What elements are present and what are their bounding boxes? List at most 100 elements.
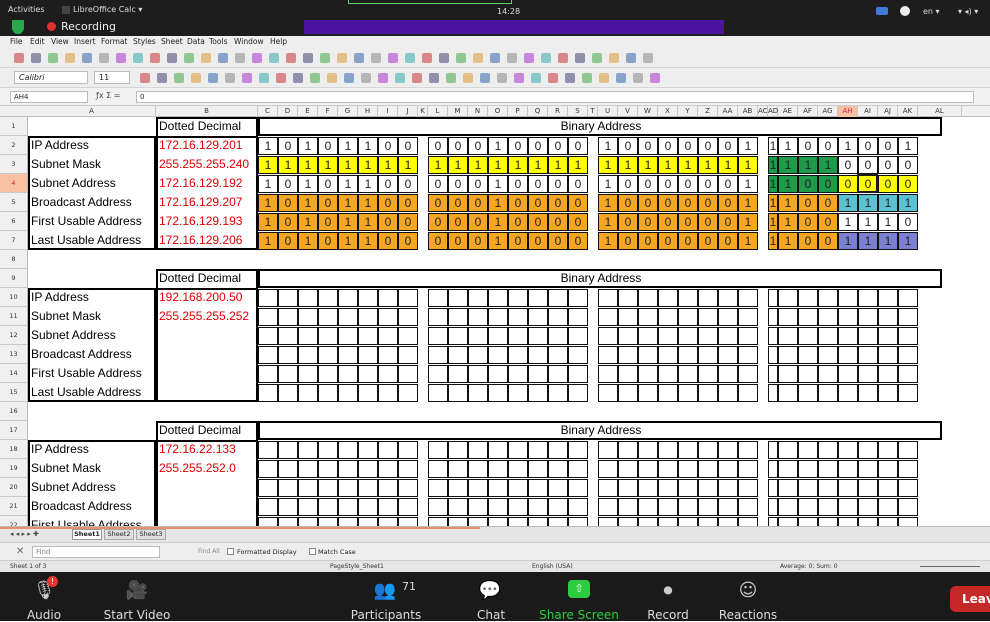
bit-cell[interactable] — [768, 441, 778, 459]
bit-cell[interactable] — [568, 479, 588, 497]
bit-cell[interactable] — [428, 479, 448, 497]
row-header[interactable]: 22 — [0, 516, 28, 526]
bit-cell[interactable] — [678, 308, 698, 326]
bit-cell[interactable]: 0 — [678, 213, 698, 231]
bit-cell[interactable]: 0 — [818, 232, 838, 250]
bit-cell[interactable] — [488, 308, 508, 326]
row-label[interactable]: Broadcast Address — [29, 194, 155, 211]
menu-insert[interactable]: Insert — [74, 37, 96, 46]
row-header[interactable]: 9 — [0, 269, 28, 288]
menu-file[interactable]: File — [10, 37, 23, 46]
bit-cell[interactable] — [448, 479, 468, 497]
audio-button[interactable]: Audio — [27, 608, 61, 622]
menu-help[interactable]: Help — [270, 37, 287, 46]
bit-cell[interactable] — [658, 308, 678, 326]
row-label[interactable]: Subnet Mask — [29, 460, 155, 477]
bit-cell[interactable]: 1 — [678, 156, 698, 174]
bit-cell[interactable]: 1 — [298, 232, 318, 250]
bit-cell[interactable]: 1 — [398, 156, 418, 174]
bit-cell[interactable] — [338, 289, 358, 307]
bit-cell[interactable] — [798, 346, 818, 364]
toolbar-button-icon[interactable] — [344, 73, 354, 83]
bit-cell[interactable] — [768, 479, 778, 497]
bit-cell[interactable]: 0 — [718, 137, 738, 155]
bit-cell[interactable] — [378, 365, 398, 383]
bit-cell[interactable] — [488, 289, 508, 307]
menu-view[interactable]: View — [51, 37, 69, 46]
bit-cell[interactable] — [678, 498, 698, 516]
font-name-box[interactable]: Calibri — [14, 71, 88, 84]
bit-cell[interactable] — [548, 479, 568, 497]
bit-cell[interactable]: 1 — [278, 156, 298, 174]
bit-cell[interactable] — [298, 365, 318, 383]
bit-cell[interactable]: 0 — [378, 213, 398, 231]
reactions-button[interactable]: Reactions — [719, 608, 777, 622]
bit-cell[interactable] — [678, 327, 698, 345]
bit-cell[interactable] — [358, 365, 378, 383]
bit-cell[interactable] — [718, 479, 738, 497]
bit-cell[interactable]: 0 — [818, 137, 838, 155]
bit-cell[interactable] — [778, 327, 798, 345]
bit-cell[interactable]: 1 — [358, 175, 378, 193]
bit-cell[interactable]: 1 — [738, 194, 758, 212]
bit-cell[interactable] — [718, 517, 738, 526]
bit-cell[interactable]: 1 — [258, 213, 278, 231]
toolbar-button-icon[interactable] — [405, 53, 415, 63]
bit-cell[interactable]: 0 — [448, 137, 468, 155]
bit-cell[interactable]: 1 — [878, 194, 898, 212]
toolbar-button-icon[interactable] — [235, 53, 245, 63]
bit-cell[interactable] — [818, 384, 838, 402]
bit-cell[interactable]: 0 — [528, 137, 548, 155]
match-case-checkbox[interactable] — [309, 548, 316, 555]
bit-cell[interactable] — [488, 441, 508, 459]
bit-cell[interactable] — [258, 441, 278, 459]
bit-cell[interactable]: 0 — [508, 194, 528, 212]
bit-cell[interactable]: 1 — [598, 175, 618, 193]
find-input[interactable]: Find — [32, 546, 160, 558]
bit-cell[interactable] — [318, 460, 338, 478]
toolbar-button-icon[interactable] — [514, 73, 524, 83]
bit-cell[interactable] — [548, 460, 568, 478]
bit-cell[interactable] — [378, 289, 398, 307]
bit-cell[interactable] — [858, 346, 878, 364]
spreadsheet-grid[interactable]: A B C D E F G H I J K L M N O P Q R S T U V W X Y Z AA AB AC AD AE AF AG… — [0, 106, 990, 526]
bit-cell[interactable] — [358, 384, 378, 402]
menu-format[interactable]: Format — [101, 37, 127, 46]
bit-cell[interactable] — [278, 460, 298, 478]
bit-cell[interactable] — [548, 308, 568, 326]
bit-cell[interactable] — [618, 346, 638, 364]
bit-cell[interactable] — [618, 327, 638, 345]
bit-cell[interactable] — [698, 346, 718, 364]
bit-cell[interactable] — [428, 498, 448, 516]
dotted-decimal-value[interactable]: 172.16.129.207 — [157, 194, 257, 211]
toolbar-button-icon[interactable] — [150, 53, 160, 63]
column-header[interactable]: AH — [838, 106, 858, 117]
bit-cell[interactable] — [798, 460, 818, 478]
bit-cell[interactable] — [548, 346, 568, 364]
bit-cell[interactable]: 0 — [548, 137, 568, 155]
column-header[interactable]: AB — [738, 106, 758, 117]
column-header[interactable]: C — [258, 106, 278, 117]
bit-cell[interactable] — [448, 517, 468, 526]
toolbar-button-icon[interactable] — [633, 73, 643, 83]
bit-cell[interactable] — [568, 460, 588, 478]
bit-cell[interactable] — [428, 517, 448, 526]
bit-cell[interactable] — [678, 289, 698, 307]
bit-cell[interactable] — [838, 498, 858, 516]
bit-cell[interactable] — [798, 441, 818, 459]
bit-cell[interactable] — [658, 498, 678, 516]
toolbar-button-icon[interactable] — [582, 73, 592, 83]
bit-cell[interactable] — [618, 289, 638, 307]
bit-cell[interactable] — [278, 384, 298, 402]
bit-cell[interactable]: 0 — [678, 175, 698, 193]
bit-cell[interactable] — [898, 498, 918, 516]
bit-cell[interactable] — [398, 460, 418, 478]
bit-cell[interactable]: 1 — [448, 156, 468, 174]
bit-cell[interactable]: 0 — [878, 175, 898, 193]
bit-cell[interactable]: 0 — [678, 232, 698, 250]
bit-cell[interactable]: 0 — [398, 213, 418, 231]
bit-cell[interactable]: 1 — [858, 213, 878, 231]
bit-cell[interactable] — [618, 517, 638, 526]
bit-cell[interactable] — [878, 289, 898, 307]
bit-cell[interactable] — [318, 384, 338, 402]
